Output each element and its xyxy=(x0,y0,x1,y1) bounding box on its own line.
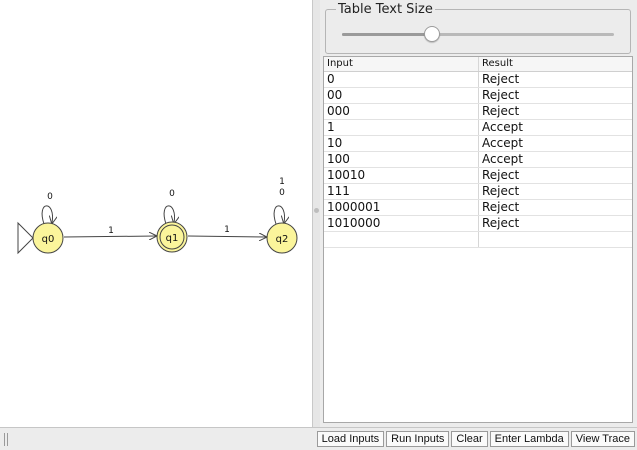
result-cell: Accept xyxy=(482,152,523,166)
transition-label-q0-q1: 1 xyxy=(108,226,114,236)
state-label-q1: q1 xyxy=(166,233,179,244)
result-cell: Accept xyxy=(482,120,523,134)
table-row[interactable] xyxy=(324,232,632,248)
input-panel: Table Text Size Input Result 0 Reject 00 Re… xyxy=(320,0,637,427)
table-row[interactable]: 1 Accept xyxy=(324,120,632,136)
input-cell[interactable]: 111 xyxy=(324,184,479,199)
result-cell: Accept xyxy=(482,136,523,150)
table-row[interactable]: 1000001 Reject xyxy=(324,200,632,216)
state-label-q0: q0 xyxy=(42,234,55,245)
table-row[interactable]: 000 Reject xyxy=(324,104,632,120)
input-cell[interactable]: 1 xyxy=(324,120,479,135)
load-inputs-button[interactable]: Load Inputs xyxy=(316,431,385,447)
state-q2[interactable]: q2 xyxy=(266,222,298,254)
loop-label-q1: 0 xyxy=(169,189,175,199)
input-cell[interactable]: 0 xyxy=(324,72,479,87)
transition-label-q1-q2: 1 xyxy=(224,225,230,235)
pane-splitter[interactable] xyxy=(313,0,320,427)
result-cell: Reject xyxy=(482,184,520,198)
table-text-size-title: Table Text Size xyxy=(336,2,435,17)
table-row[interactable]: 00 Reject xyxy=(324,88,632,104)
result-cell: Reject xyxy=(482,88,520,102)
automaton-canvas[interactable]: 0 1 0 1 1 0 q0 q1 q2 xyxy=(0,0,313,427)
input-cell[interactable]: 1010000 xyxy=(324,216,479,231)
input-result-table[interactable]: Input Result 0 Reject 00 Reject 000 Reject 1 Ac… xyxy=(323,56,633,423)
splitter-grip[interactable] xyxy=(314,208,319,213)
result-cell: Reject xyxy=(482,72,520,86)
toolbar-grip-handle[interactable] xyxy=(4,433,8,446)
bottom-toolbar: Load Inputs Run Inputs Clear Enter Lambd… xyxy=(0,427,637,450)
result-cell xyxy=(479,232,632,247)
table-row[interactable]: 0 Reject xyxy=(324,72,632,88)
result-cell: Reject xyxy=(482,200,520,214)
table-row[interactable]: 100 Accept xyxy=(324,152,632,168)
run-inputs-button[interactable]: Run Inputs xyxy=(386,431,450,447)
state-q1[interactable]: q1 xyxy=(156,221,188,253)
automaton-diagram[interactable]: 0 1 0 1 1 0 q0 q1 q2 xyxy=(0,0,312,427)
enter-lambda-button[interactable]: Enter Lambda xyxy=(489,431,569,447)
input-cell[interactable]: 10 xyxy=(324,136,479,151)
result-cell: Reject xyxy=(482,168,520,182)
column-header-result[interactable]: Result xyxy=(479,57,632,71)
transition-q0-q1[interactable] xyxy=(63,236,156,237)
table-row[interactable]: 111 Reject xyxy=(324,184,632,200)
initial-state-arrow xyxy=(17,221,34,255)
table-row[interactable]: 10010 Reject xyxy=(324,168,632,184)
self-loop-q2[interactable] xyxy=(273,205,284,224)
result-cell: Reject xyxy=(482,216,520,230)
input-cell[interactable]: 1000001 xyxy=(324,200,479,215)
table-header-row: Input Result xyxy=(324,57,632,72)
result-cell: Reject xyxy=(482,104,520,118)
self-loop-q1[interactable] xyxy=(163,205,174,224)
clear-button[interactable]: Clear xyxy=(451,431,488,447)
text-size-slider-thumb[interactable] xyxy=(423,26,440,42)
text-size-slider-fill xyxy=(342,33,432,36)
table-row[interactable]: 10 Accept xyxy=(324,136,632,152)
loop-label-q2-b: 0 xyxy=(279,188,285,198)
text-size-slider-track[interactable] xyxy=(342,33,614,36)
state-label-q2: q2 xyxy=(276,234,289,245)
column-header-input[interactable]: Input xyxy=(324,57,479,71)
view-trace-button[interactable]: View Trace xyxy=(570,431,635,447)
state-q0[interactable]: q0 xyxy=(32,222,64,254)
input-cell[interactable]: 100 xyxy=(324,152,479,167)
input-cell[interactable]: 10010 xyxy=(324,168,479,183)
toolbar-buttons: Load Inputs Run Inputs Clear Enter Lambd… xyxy=(316,431,635,447)
input-cell[interactable] xyxy=(324,232,479,247)
input-cell[interactable]: 000 xyxy=(324,104,479,119)
table-body: 0 Reject 00 Reject 000 Reject 1 Accept 10 Accept 1… xyxy=(324,72,632,248)
self-loop-q0[interactable] xyxy=(41,205,52,224)
table-text-size-group: Table Text Size xyxy=(325,3,631,54)
loop-label-q2-a: 1 xyxy=(279,177,285,187)
table-row[interactable]: 1010000 Reject xyxy=(324,216,632,232)
loop-label-q0: 0 xyxy=(47,192,53,202)
transition-q1-q2[interactable] xyxy=(187,236,266,237)
input-cell[interactable]: 00 xyxy=(324,88,479,103)
